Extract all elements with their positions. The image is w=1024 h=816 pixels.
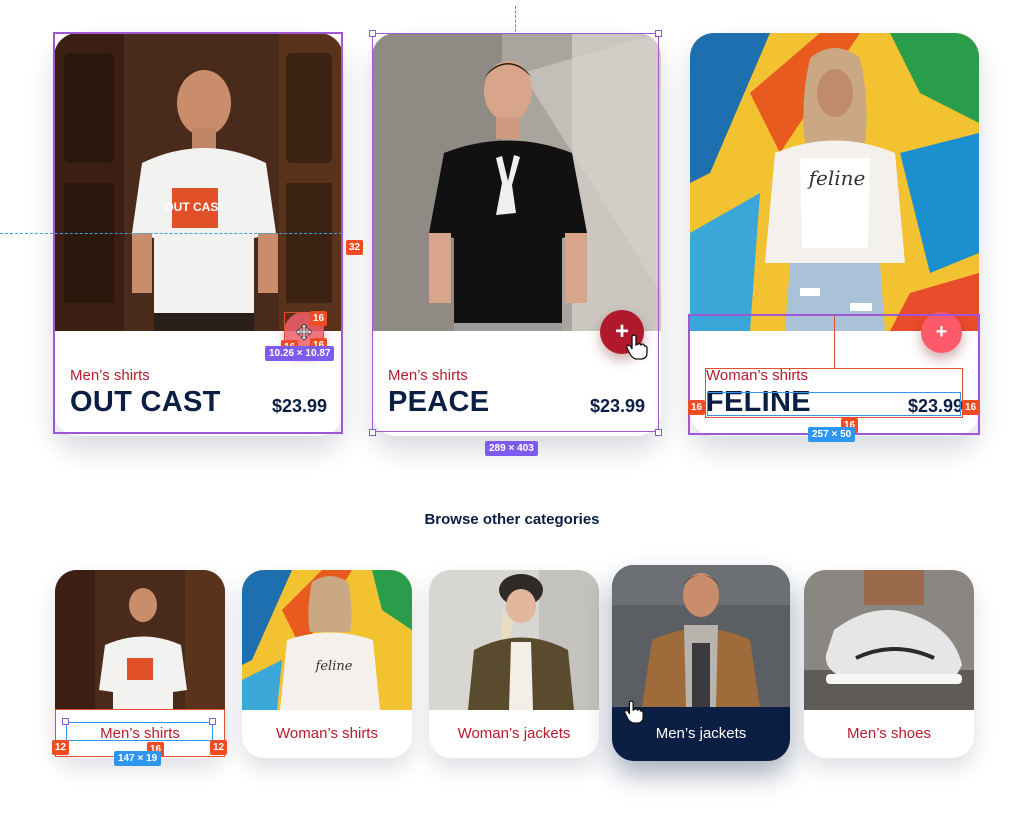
horizontal-guide-line xyxy=(0,233,342,234)
resize-handle[interactable] xyxy=(655,429,662,436)
category-tile-womans-shirts[interactable]: feline Woman’s shirts xyxy=(242,570,412,758)
category-photo xyxy=(429,570,599,710)
spacing-badge: 12 xyxy=(210,740,228,755)
category-photo xyxy=(55,570,225,710)
product-category: Men’s shirts xyxy=(388,367,468,384)
product-category: Men’s shirts xyxy=(70,367,150,384)
spacing-badge: 12 xyxy=(52,740,70,755)
category-photo xyxy=(612,565,790,707)
product-photo: OUT CAST xyxy=(54,33,343,331)
tile-label-outline xyxy=(66,722,213,741)
spacing-badge: 16 xyxy=(310,311,328,326)
category-photo: feline xyxy=(242,570,412,710)
product-price: $23.99 xyxy=(271,396,327,416)
resize-handle[interactable] xyxy=(369,429,376,436)
product-price: $23.99 xyxy=(589,396,645,416)
tile-label-dimension-label: 147 × 19 xyxy=(114,751,162,766)
card-dimension-label: 289 × 403 xyxy=(485,441,538,456)
spacing-badge: 32 xyxy=(346,240,364,255)
spacing-guide xyxy=(834,316,835,368)
resize-handle[interactable] xyxy=(209,718,216,725)
section-title: Browse other categories xyxy=(424,511,600,528)
resize-handle[interactable] xyxy=(62,718,69,725)
tee-print-text: feline xyxy=(807,166,866,190)
vertical-guide-line xyxy=(515,6,516,32)
button-dimension-label: 10.26 × 10.87 xyxy=(265,346,335,361)
product-photo xyxy=(372,33,661,331)
category-tile-mens-jackets[interactable]: Men’s jackets xyxy=(612,565,790,761)
category-tile-womans-jackets[interactable]: Woman’s jackets xyxy=(429,570,599,758)
category-photo xyxy=(804,570,974,710)
tee-print-text: OUT CAST xyxy=(164,200,226,214)
resize-handle[interactable] xyxy=(655,30,662,37)
category-tile-mens-shoes[interactable]: Men’s shoes xyxy=(804,570,974,758)
text-block-dimension-label: 257 × 50 xyxy=(808,427,856,442)
category-label: Woman’s shirts xyxy=(276,725,378,742)
category-label: Men’s jackets xyxy=(655,725,747,742)
spacing-badge: 16 xyxy=(962,400,980,415)
add-to-cart-button[interactable]: + xyxy=(600,310,644,354)
add-to-cart-button[interactable]: + xyxy=(921,312,962,353)
resize-handle[interactable] xyxy=(369,30,376,37)
product-card-peace[interactable]: Men’s shirts PEACE $23.99 + xyxy=(372,33,661,436)
tee-print-text: feline xyxy=(315,659,353,674)
spacing-badge: 16 xyxy=(688,400,706,415)
category-label: Men’s shoes xyxy=(847,725,931,742)
product-photo: feline xyxy=(690,33,979,331)
category-label: Woman’s jackets xyxy=(457,725,571,742)
product-name: PEACE xyxy=(388,386,490,418)
product-card-out-cast[interactable]: OUT CAST Men’s shirts OUT CAST $23.99 xyxy=(54,33,343,436)
product-name: OUT CAST xyxy=(70,386,221,418)
text-block-outline xyxy=(707,392,961,416)
